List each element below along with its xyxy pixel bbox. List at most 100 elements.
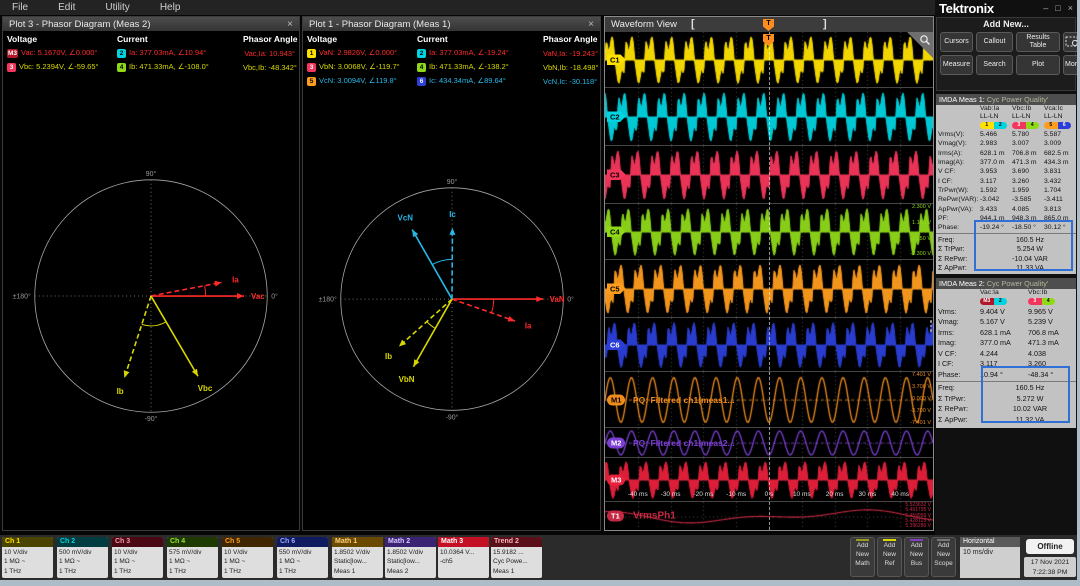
cursors-button[interactable]: Cursors (940, 32, 973, 53)
panel-drag-handle-icon[interactable] (929, 320, 932, 332)
trigger-position-line (769, 32, 770, 530)
time-tick-label: -40 ms (627, 491, 648, 498)
setting-line: 550 mV/div (279, 549, 312, 556)
imda-meas1-panel[interactable]: IMDA Meas 1: Cyc Power Quality' Vab:Ia Vbc… (936, 94, 1076, 274)
meas2-row-imag: Imag: 377.0 mA 471.3 mA (936, 338, 1076, 349)
meas1-row-label-3: Imag(A): (938, 159, 965, 167)
add-new-math-button[interactable]: Add New Math (850, 537, 875, 577)
meas1-value-6-1: 1.959 (1012, 186, 1030, 194)
channel-tag-m3[interactable]: M3 (607, 474, 626, 485)
source-badge-2: 2 (417, 49, 426, 58)
badge-card-ch6[interactable]: Ch 6 550 mV/div 1 MΩ ~1 THz (277, 537, 328, 578)
plot3-vector-Vbc (150, 295, 199, 377)
plot3-angle-arc-1 (141, 321, 167, 327)
channel-tag-t1[interactable]: T1 (607, 510, 624, 522)
plot3-vector-arrowhead-Ib (123, 370, 130, 378)
menu-item-edit[interactable]: Edit (58, 2, 75, 13)
plot1-col-header-1: Current (417, 34, 448, 44)
badge-card-math2[interactable]: Math 2 1.8502 V/div Static[low... Meas 2 (385, 537, 436, 578)
plot1-col-header-2: Phasor Angle (543, 34, 598, 44)
imda-meas2-panel[interactable]: IMDA Meas 2: Cyc Power Quality' Vac:Ia Vbc… (936, 278, 1076, 428)
offline-button[interactable]: Offline (1026, 539, 1074, 554)
setting-line: Static[low... (334, 558, 367, 566)
menu-item-utility[interactable]: Utility (105, 2, 129, 13)
setting-line: 1.8502 V/div (387, 549, 424, 556)
restore-button[interactable]: □ (1055, 3, 1060, 13)
expansion-bracket-right-icon[interactable]: ] (823, 18, 827, 30)
meas1-column-subheaders: LL-LN LL-LN LL-LN (936, 113, 1076, 121)
source-badge-4: 4 (117, 63, 126, 72)
meas1-value-7-0: -3.042 (980, 196, 1000, 204)
minimize-button[interactable]: – (1043, 3, 1048, 13)
setting-line: 1.8502 V/div (334, 549, 371, 556)
badge-card-math1[interactable]: Math 1 1.8502 V/div Static[low... Meas 1 (332, 537, 383, 578)
badge-card-title-1: Ch 1 (2, 537, 53, 547)
meas2-value-4-1: 4.038 (1028, 348, 1046, 358)
meas1-value-5-0: 3.117 (980, 177, 997, 185)
menu-item-file[interactable]: File (12, 2, 28, 13)
plot3-column-headers: Voltage Current Phasor Angle (7, 32, 297, 46)
meas2-value-1-1: 5.239 V (1028, 317, 1053, 327)
add-btn-line: Add (883, 542, 896, 549)
setting-line: 1 MΩ ~ (4, 558, 26, 566)
badge-card-ch3[interactable]: Ch 3 10 V/div 1 MΩ ~1 THz (112, 537, 163, 578)
meas1-row-vmagv: Vmag(V): 2.983 3.007 3.009 (936, 139, 1076, 148)
badge-card-title-5: Ch 5 (222, 537, 273, 547)
close-button[interactable]: × (1068, 3, 1073, 13)
plot3-phasor-angle-value-1: Vbc,Ib: -48.342° (243, 62, 297, 72)
meas2-row-irms: Irms: 628.1 mA 706.8 mA (936, 327, 1076, 338)
meas2-row-vmag: Vmag: 5.167 V 5.239 V (936, 317, 1076, 328)
search-button[interactable]: Search (976, 55, 1013, 76)
source-badge-2: 2 (117, 49, 126, 58)
badge-card-ch2[interactable]: Ch 2 500 mV/div 1 MΩ ~1 THz (57, 537, 108, 578)
badge-card-math3[interactable]: Math 3 10.0364 V... -ch5 (438, 537, 489, 578)
meas2-row-label-5: I CF: (938, 359, 954, 369)
plot-button[interactable]: Plot (1016, 55, 1060, 76)
plot1-col-header-0: Voltage (307, 34, 338, 44)
source-badge-pair-5-6: 56 (1044, 122, 1071, 129)
badge-card-ch5[interactable]: Ch 5 10 V/div 1 MΩ ~1 THz (222, 537, 273, 578)
plot1-readout-row-0: 1 VaN: 2.9826V, ∠0.000° 2 Ia: 377.03mA, ∠-1… (307, 46, 598, 60)
scale-labels-m1: 7.401 V 3.700 V 0.000 V -3.700 V -7.401 V (910, 372, 931, 426)
add-new-bus-button[interactable]: Add New Bus (904, 537, 929, 577)
trigger-flag-icon[interactable]: T (763, 19, 774, 31)
meas2-column-headers: Vac:Ia Vbc:Ib (936, 289, 1076, 297)
add-new-scope-button[interactable]: Add New Scope (931, 537, 956, 577)
badge-card-trend2[interactable]: Trend 2 15.9182 ... Cyc Powe... Meas 1 (491, 537, 542, 578)
setting-line: 10.0364 V... (440, 549, 475, 556)
menu-item-help[interactable]: Help (160, 2, 181, 13)
plot1-vector-arrowhead-Ic (449, 227, 456, 235)
waveform-view-titlebar[interactable]: Waveform View [ ] T (605, 17, 933, 32)
badge-card-ch1[interactable]: Ch 1 10 V/div 1 MΩ ~1 THz (2, 537, 53, 578)
meas2-summary-label-0: Freq: (938, 383, 955, 393)
meas1-column-headers: Vab:Ia Vbc:Ib Vca:Ic (936, 105, 1076, 113)
plot3-phasor-diagram: 90° 0° ±180° -90° Vac Ia Vbc Ib (13, 170, 278, 423)
meas1-row-label-2: Irms(A): (938, 149, 963, 157)
plot3-titlebar[interactable]: Plot 3 - Phasor Diagram (Meas 2) × (3, 17, 299, 31)
meas2-value-1-0: 5.167 V (980, 317, 1005, 327)
horizontal-panel[interactable]: Horizontal 10 ms/div (960, 537, 1020, 578)
expansion-bracket-left-icon[interactable]: [ (691, 18, 695, 30)
meas1-title[interactable]: IMDA Meas 1: Cyc Power Quality' (936, 94, 1076, 105)
setting-line: 10 V/div (114, 549, 138, 556)
meas2-row-label-6: Phase: (938, 369, 961, 379)
callout-button[interactable]: Callout (976, 32, 1013, 53)
measure-button[interactable]: Measure (940, 55, 973, 76)
badge-card-ch4[interactable]: Ch 4 575 mV/div 1 MΩ ~1 THz (167, 537, 218, 578)
plot3-close-icon[interactable]: × (287, 19, 293, 30)
meas1-col-subheader: LL-LN (980, 113, 999, 120)
plot1-close-icon[interactable]: × (588, 19, 594, 30)
results-table-button[interactable]: Results Table (1016, 32, 1060, 53)
plot1-titlebar[interactable]: Plot 1 - Phasor Diagram (Meas 1) × (303, 17, 600, 31)
add-btn-line: New (855, 550, 869, 558)
meas2-value-4-0: 4.244 (980, 348, 998, 358)
meas2-title[interactable]: IMDA Meas 2: Cyc Power Quality' (936, 278, 1076, 289)
meas2-row-label-3: Imag: (938, 338, 956, 348)
meas1-value-4-0: 3.953 (980, 168, 998, 176)
channel-tag-m2[interactable]: M2 (607, 437, 626, 448)
meas1-row-icf: I CF: 3.117 3.260 3.432 (936, 176, 1076, 185)
add-new-ref-button[interactable]: Add New Ref (877, 537, 902, 577)
channel-tag-m1[interactable]: M1 (607, 394, 626, 405)
plot1-axis-label-bottom: -90° (446, 413, 459, 421)
time-tick-label: -10 ms (726, 491, 747, 498)
